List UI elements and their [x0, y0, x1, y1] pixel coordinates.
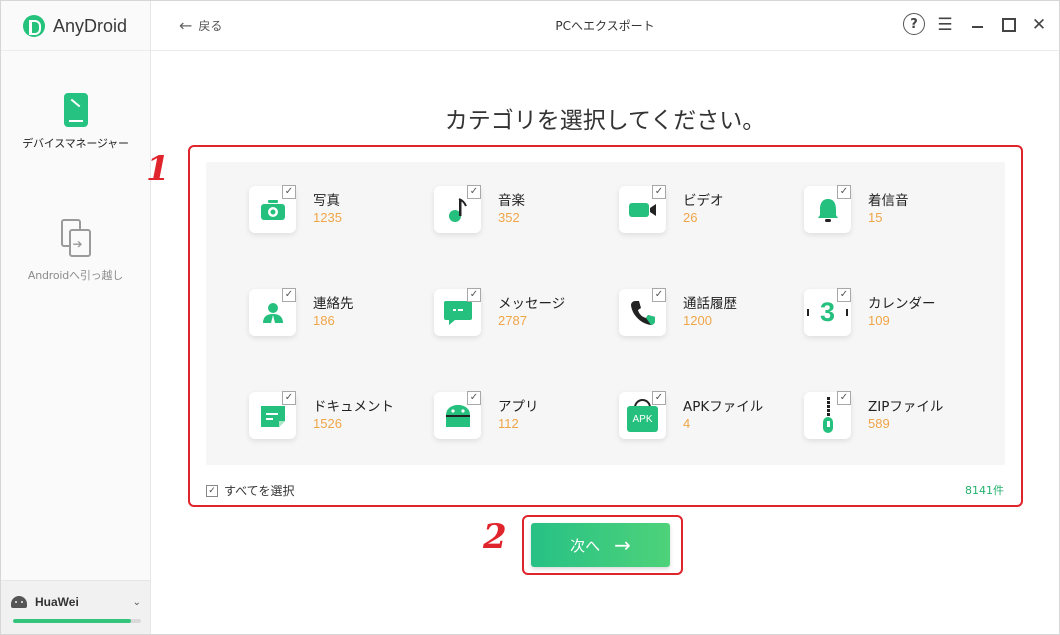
- divider: [1, 50, 150, 51]
- maximize-icon[interactable]: [997, 13, 1021, 37]
- sidebar-item-device-manager[interactable]: デバイスマネージャー: [1, 93, 150, 151]
- sidebar-item-label: デバイスマネージャー: [22, 137, 129, 150]
- help-icon[interactable]: ?: [903, 13, 925, 35]
- close-icon[interactable]: ✕: [1027, 13, 1051, 37]
- sidebar: AnyDroid デバイスマネージャー ➔ Androidへ引っ越し HuaWe…: [1, 1, 151, 634]
- sidebar-item-android-transfer[interactable]: ➔ Androidへ引っ越し: [1, 219, 150, 283]
- app-window: AnyDroid デバイスマネージャー ➔ Androidへ引っ越し HuaWe…: [0, 0, 1060, 635]
- page-heading: カテゴリを選択してください。: [444, 108, 766, 134]
- phone-transfer-icon: ➔: [59, 219, 93, 259]
- device-dropdown[interactable]: HuaWei ⌄: [11, 595, 141, 609]
- device-name: HuaWei: [35, 595, 79, 609]
- arrow-right-icon: →: [614, 533, 631, 557]
- next-button[interactable]: 次へ →: [531, 523, 670, 567]
- chevron-down-icon: ⌄: [132, 596, 141, 608]
- menu-icon[interactable]: ☰: [933, 13, 957, 37]
- phone-icon: [63, 93, 88, 127]
- android-icon: [11, 596, 27, 608]
- annotation-step-2: 2: [483, 517, 507, 557]
- highlight-box-categories: [188, 145, 1023, 507]
- anydroid-logo-icon: [23, 15, 45, 37]
- minimize-icon[interactable]: [965, 13, 989, 37]
- app-name: AnyDroid: [53, 15, 128, 36]
- brand: AnyDroid: [23, 15, 127, 37]
- storage-progress-bar: [13, 619, 141, 623]
- device-selector: HuaWei ⌄: [1, 580, 150, 634]
- annotation-step-1: 1: [146, 149, 170, 189]
- sidebar-item-label: Androidへ引っ越し: [27, 269, 124, 282]
- next-label: 次へ: [570, 536, 601, 555]
- header: ← 戻る PCへエクスポート ? ☰ ✕: [151, 1, 1059, 51]
- storage-progress-fill: [13, 619, 131, 623]
